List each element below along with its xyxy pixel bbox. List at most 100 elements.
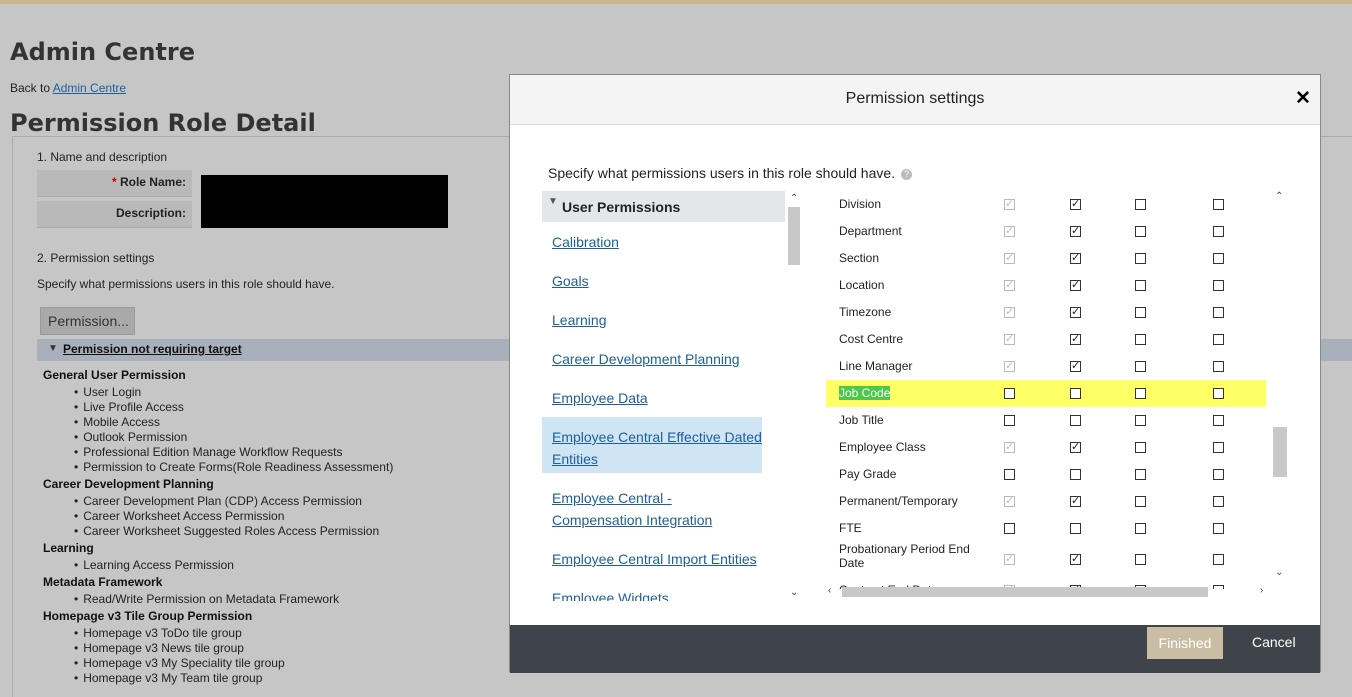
permission-item: Permission to Create Forms(Role Readines… xyxy=(74,460,393,474)
permission-checkbox[interactable] xyxy=(1213,442,1224,453)
permission-checkbox[interactable] xyxy=(1135,388,1146,399)
permission-checkbox[interactable] xyxy=(1135,496,1146,507)
nav-link-calibration[interactable]: Calibration xyxy=(552,231,762,253)
permission-checkbox[interactable] xyxy=(1135,554,1146,565)
permission-checkbox[interactable] xyxy=(1135,523,1146,534)
permission-checkbox[interactable] xyxy=(1213,334,1224,345)
permission-checkbox[interactable] xyxy=(1135,199,1146,210)
nav-link-employee-widgets[interactable]: Employee Widgets xyxy=(552,587,762,601)
permission-checkbox[interactable]: ✓ xyxy=(1070,361,1081,372)
permission-checkbox[interactable] xyxy=(1135,253,1146,264)
permission-checkbox[interactable]: ✓ xyxy=(1070,554,1081,565)
permission-group-title: Metadata Framework xyxy=(43,575,163,589)
nav-link-employee-central-compensation-integration[interactable]: Employee Central - Compensation Integrat… xyxy=(552,487,762,531)
finished-button[interactable]: Finished xyxy=(1147,627,1223,659)
permission-checkbox[interactable]: ✓ xyxy=(1070,199,1081,210)
back-to-admin-link[interactable]: Admin Centre xyxy=(53,81,126,95)
field-label-text: Timezone xyxy=(839,305,892,319)
field-table-scrollbar[interactable]: ⌃ ⌄ xyxy=(1272,191,1288,581)
nav-link-goals[interactable]: Goals xyxy=(552,270,762,292)
permission-checkbox: ✓ xyxy=(1004,495,1015,507)
permission-checkbox[interactable] xyxy=(1135,334,1146,345)
permission-checkbox[interactable] xyxy=(1213,523,1224,534)
permission-item: Homepage v3 My Team tile group xyxy=(74,671,262,685)
permission-checkbox[interactable] xyxy=(1070,523,1081,534)
permission-checkbox[interactable] xyxy=(1213,496,1224,507)
nav-link-employee-central-import-entities[interactable]: Employee Central Import Entities xyxy=(552,548,762,570)
nav-header[interactable]: ▼ User Permissions xyxy=(542,191,785,222)
permission-checkbox[interactable]: ✓ xyxy=(1070,226,1081,237)
close-icon[interactable]: ✕ xyxy=(1295,87,1311,110)
permission-checkbox[interactable]: ✓ xyxy=(1070,496,1081,507)
permission-checkbox[interactable] xyxy=(1213,226,1224,237)
permission-checkbox[interactable] xyxy=(1004,388,1015,399)
permission-checkbox[interactable] xyxy=(1213,388,1224,399)
scroll-down-icon[interactable]: ⌄ xyxy=(1275,567,1283,578)
permission-checkbox[interactable] xyxy=(1135,361,1146,372)
permission-checkbox: ✓ xyxy=(1004,252,1015,264)
section-permission-settings: 2. Permission settings xyxy=(37,251,155,265)
field-table-scroll-thumb[interactable] xyxy=(1273,427,1287,477)
permission-checkbox[interactable] xyxy=(1070,469,1081,480)
field-label: Timezone xyxy=(839,305,989,319)
permission-checkbox[interactable] xyxy=(1213,469,1224,480)
permission-checkbox[interactable] xyxy=(1135,442,1146,453)
permission-checkbox[interactable] xyxy=(1213,361,1224,372)
permission-checkbox: ✓ xyxy=(1004,553,1015,565)
scroll-right-icon[interactable]: › xyxy=(1260,585,1263,596)
scroll-down-icon[interactable]: ⌄ xyxy=(790,587,798,598)
dialog-header: Permission settings ✕ xyxy=(510,75,1320,125)
permission-checkbox[interactable] xyxy=(1135,469,1146,480)
nav-scroll-thumb[interactable] xyxy=(788,207,800,265)
permission-item: Career Development Plan (CDP) Access Per… xyxy=(74,494,362,508)
permission-bar-label[interactable]: Permission not requiring target xyxy=(63,342,242,356)
cancel-button[interactable]: Cancel xyxy=(1252,634,1296,650)
permission-checkbox[interactable] xyxy=(1213,415,1224,426)
permission-button[interactable]: Permission... xyxy=(40,307,135,335)
permission-checkbox[interactable]: ✓ xyxy=(1070,442,1081,453)
permission-checkbox[interactable] xyxy=(1135,280,1146,291)
help-icon[interactable]: ? xyxy=(901,169,913,180)
permission-checkbox[interactable] xyxy=(1135,415,1146,426)
field-label: Cost Centre xyxy=(839,332,989,346)
permission-checkbox[interactable] xyxy=(1213,307,1224,318)
permission-checkbox[interactable]: ✓ xyxy=(1070,334,1081,345)
field-label: Line Manager xyxy=(839,359,989,373)
field-row: Permanent/Temporary ✓ ✓ xyxy=(826,488,1266,515)
back-prefix: Back to xyxy=(10,81,51,95)
nav-link-career-development-planning[interactable]: Career Development Planning xyxy=(552,348,762,370)
permission-checkbox[interactable] xyxy=(1213,199,1224,210)
field-label-text: Cost Centre xyxy=(839,332,904,346)
permission-item: Professional Edition Manage Workflow Req… xyxy=(74,445,342,459)
permission-checkbox[interactable]: ✓ xyxy=(1070,253,1081,264)
permission-item: Outlook Permission xyxy=(74,430,187,444)
nav-scrollbar[interactable]: ⌃ ⌄ xyxy=(787,193,801,603)
permission-checkbox: ✓ xyxy=(1004,441,1015,453)
permission-checkbox[interactable] xyxy=(1070,388,1081,399)
scroll-left-icon[interactable]: ‹ xyxy=(828,585,831,596)
page-subtitle: Permission Role Detail xyxy=(10,109,316,137)
nav-link-employee-central-effective-dated-entities[interactable]: Employee Central Effective Dated Entitie… xyxy=(552,426,762,470)
field-label: Job Title xyxy=(839,413,989,427)
scroll-up-icon[interactable]: ⌃ xyxy=(790,193,798,204)
permission-item: Mobile Access xyxy=(74,415,160,429)
field-label: Section xyxy=(839,251,989,265)
field-table-hscroll-thumb[interactable] xyxy=(842,587,1208,597)
permission-checkbox[interactable]: ✓ xyxy=(1070,280,1081,291)
permission-checkbox[interactable] xyxy=(1213,554,1224,565)
permission-checkbox[interactable] xyxy=(1004,415,1015,426)
field-label: Permanent/Temporary xyxy=(839,494,989,508)
permission-checkbox[interactable] xyxy=(1213,253,1224,264)
permission-checkbox[interactable] xyxy=(1213,280,1224,291)
permission-checkbox[interactable] xyxy=(1135,226,1146,237)
permission-checkbox: ✓ xyxy=(1004,360,1015,372)
permission-checkbox[interactable] xyxy=(1070,415,1081,426)
scroll-up-icon[interactable]: ⌃ xyxy=(1275,191,1283,202)
nav-link-learning[interactable]: Learning xyxy=(552,309,762,331)
nav-link-employee-data[interactable]: Employee Data xyxy=(552,387,762,409)
permission-checkbox[interactable] xyxy=(1004,523,1015,534)
permission-checkbox[interactable]: ✓ xyxy=(1070,307,1081,318)
field-table-hscrollbar[interactable]: ‹ › xyxy=(826,585,1272,599)
permission-checkbox[interactable] xyxy=(1135,307,1146,318)
permission-checkbox[interactable] xyxy=(1004,469,1015,480)
